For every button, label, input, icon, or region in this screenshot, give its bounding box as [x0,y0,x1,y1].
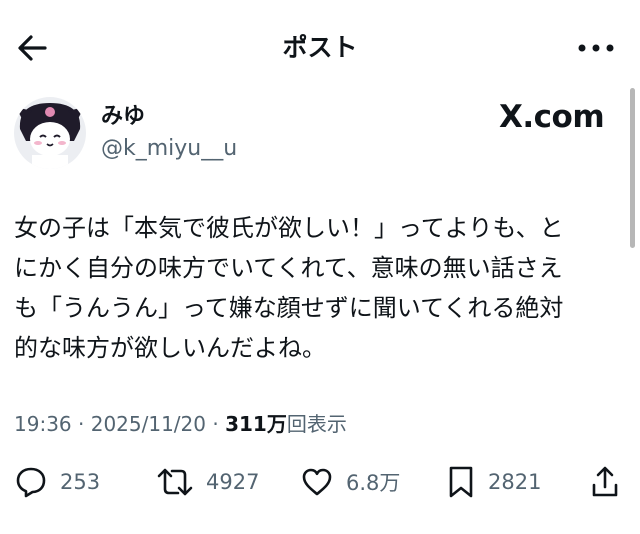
top-bar: ポスト [0,0,640,96]
repost-button[interactable]: 4927 [156,460,259,504]
more-options-button[interactable] [574,30,618,66]
reply-icon [16,467,46,498]
author-handle[interactable]: @k_miyu__u [101,135,237,163]
views-label: 回表示 [286,412,347,436]
author-header: みゆ @k_miyu__u X.com [14,97,614,169]
scrollbar[interactable] [630,88,635,248]
reply-button[interactable]: 253 [14,460,100,504]
page-title: ポスト [282,33,358,62]
more-options-icon [578,44,614,52]
author-name[interactable]: みゆ [101,103,145,131]
reply-count: 253 [60,470,101,494]
post-meta: 19:36 · 2025/11/20 · 311万回表示 [14,410,347,438]
avatar[interactable] [14,97,86,169]
post-line: にかく自分の味方でいてくれて、意味の無い話さえ [14,254,563,282]
post-line: 的な味方が欲しいんだよね。 [14,334,326,362]
post-line: も「うんうん」って嫌な顔せずに聞いてくれる絶対 [14,294,564,322]
repost-icon [157,468,193,496]
post-date[interactable]: 2025/11/20 [91,412,206,436]
meta-separator: · [78,412,91,436]
share-icon [592,466,618,497]
source-logo: X.com [499,99,605,135]
views-count: 311万 [225,412,287,436]
meta-separator: · [212,412,226,436]
share-button[interactable] [590,460,620,504]
bookmark-button[interactable]: 2821 [446,460,541,504]
post-text: 女の子は「本気で彼氏が欲しい！」ってよりも、と にかく自分の味方でいてくれて、意… [14,208,626,368]
post-time[interactable]: 19:36 [14,412,72,436]
bookmark-icon [449,466,473,498]
like-button[interactable]: 6.8万 [300,460,400,504]
like-count: 6.8万 [346,471,401,495]
repost-count: 4927 [206,470,260,494]
post-line: 女の子は「本気で彼氏が欲しい！」ってよりも、と [14,214,564,242]
bookmark-count: 2821 [488,470,542,494]
avatar-character-icon [14,97,86,169]
like-icon [302,468,332,496]
action-bar: 253 4927 6.8万 2821 [0,460,640,504]
